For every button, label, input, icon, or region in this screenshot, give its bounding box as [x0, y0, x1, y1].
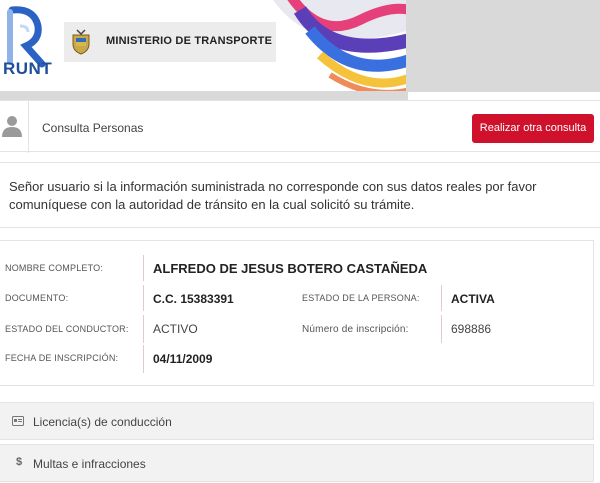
person-info-panel: NOMBRE COMPLETO: ALFREDO DE JESUS BOTERO… [0, 240, 594, 386]
section-licenses-label: Licencia(s) de conducción [33, 415, 172, 429]
new-query-button[interactable]: Realizar otra consulta [472, 114, 594, 143]
consulta-toolbar: Consulta Personas Realizar otra consulta [0, 100, 600, 153]
site-header: RUNT MINISTERIO DE TRANSPORTE [0, 0, 600, 100]
user-icon [2, 116, 22, 137]
field-divider [143, 285, 144, 311]
page-title: Consulta Personas [42, 121, 144, 135]
field-divider [143, 315, 144, 343]
registration-date-value: 04/11/2009 [153, 352, 213, 366]
full-name-label: NOMBRE COMPLETO: [5, 263, 104, 273]
driver-status-label: ESTADO DEL CONDUCTOR: [5, 324, 129, 334]
header-gray-panel [406, 0, 600, 92]
person-status-value: ACTIVA [451, 292, 495, 306]
document-label: DOCUMENTO: [5, 293, 69, 303]
registration-date-label: FECHA DE INSCRIPCIÓN: [5, 353, 119, 363]
field-divider [143, 255, 144, 281]
ministry-label: MINISTERIO DE TRANSPORTE [106, 35, 273, 47]
person-status-label: ESTADO DE LA PERSONA: [302, 293, 420, 303]
registration-number-value: 698886 [451, 322, 492, 336]
decorative-wave-graphic [273, 0, 410, 92]
field-divider [143, 345, 144, 373]
notice-text: Señor usuario si la información suminist… [9, 179, 537, 212]
full-name-value: ALFREDO DE JESUS BOTERO CASTAÑEDA [153, 261, 428, 276]
dollar-icon: $ [15, 456, 23, 468]
field-divider [441, 315, 442, 343]
document-value: C.C. 15383391 [153, 292, 234, 306]
registration-number-label: Número de inscripción: [302, 324, 409, 335]
section-fines[interactable]: $ Multas e infracciones [0, 444, 594, 482]
ministry-banner: MINISTERIO DE TRANSPORTE [64, 22, 276, 62]
section-fines-label: Multas e infracciones [33, 457, 146, 471]
driver-status-value: ACTIVO [153, 322, 198, 336]
header-underline [0, 91, 408, 100]
coat-of-arms-icon [72, 29, 90, 55]
field-divider [441, 285, 442, 311]
runt-logo-text: RUNT [3, 59, 53, 78]
info-notice: Señor usuario si la información suminist… [0, 162, 600, 228]
section-licenses[interactable]: Licencia(s) de conducción [0, 402, 594, 440]
license-card-icon [12, 416, 24, 426]
toolbar-divider [28, 101, 29, 153]
